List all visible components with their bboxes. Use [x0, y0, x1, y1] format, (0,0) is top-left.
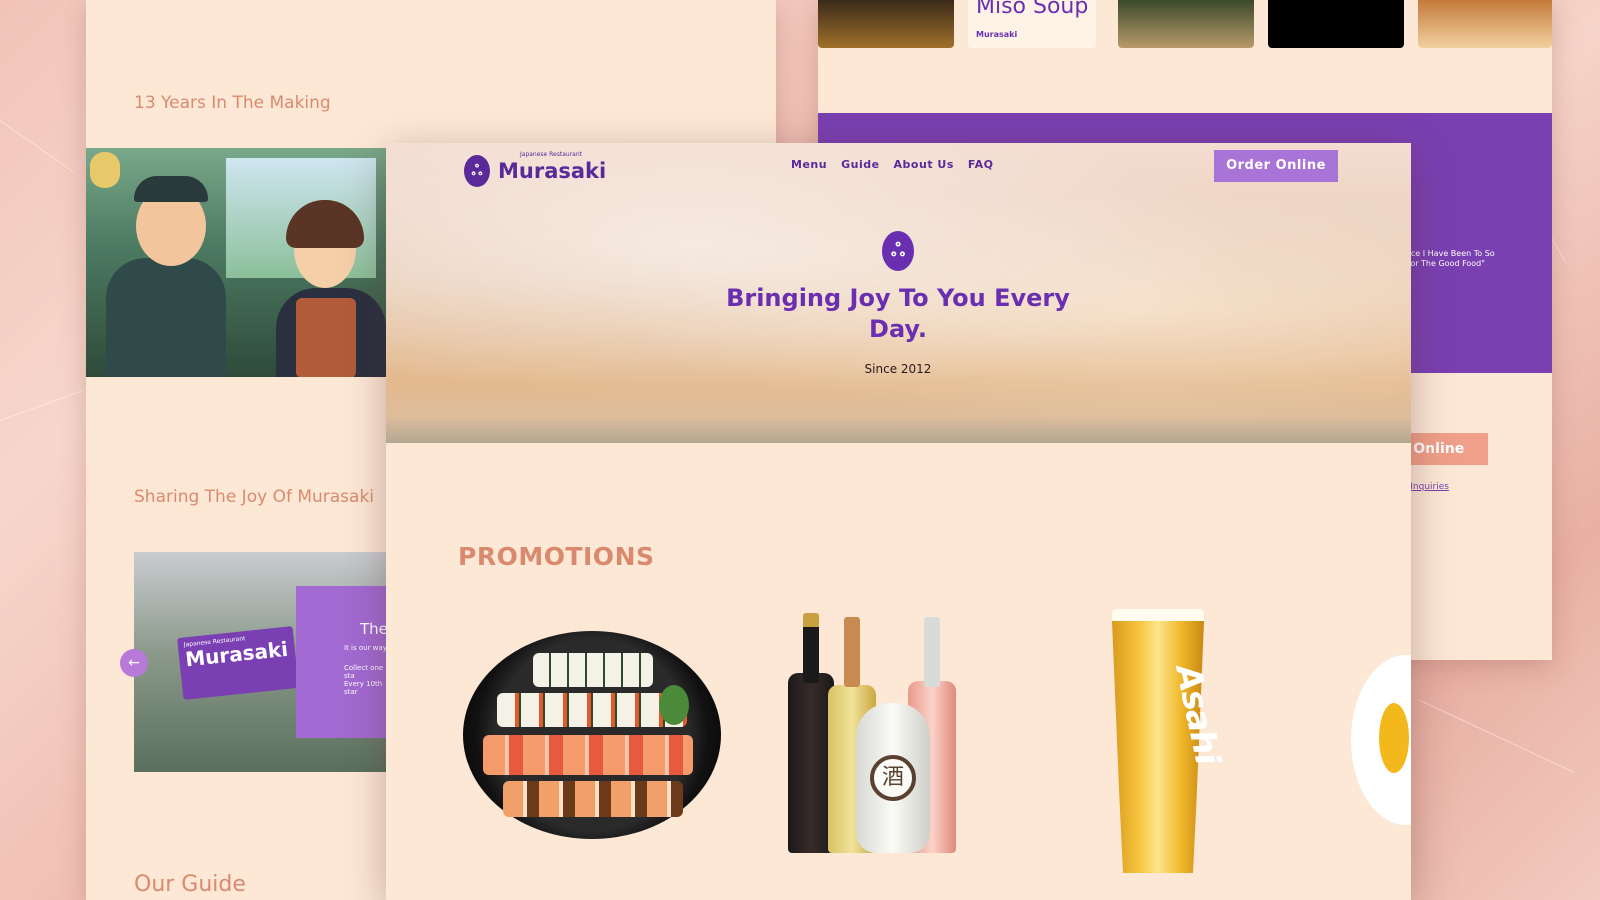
food-thumbnail: [818, 0, 954, 48]
nigiri-row: [503, 781, 683, 817]
logo-text: Japanese Restaurant Murasaki: [498, 151, 607, 183]
nav-guide[interactable]: Guide: [841, 158, 879, 171]
grandfather-cap: [134, 176, 208, 202]
testimonial-line: ace I Have Been To So: [1406, 249, 1495, 258]
promo-card-line: It is our way: [344, 644, 386, 652]
murasaki-logo-icon: ஃ: [464, 155, 490, 187]
loyalty-card: Japanese Restaurant Murasaki: [177, 626, 299, 700]
carousel-slide: Japanese Restaurant Murasaki The It is o…: [134, 552, 386, 772]
hero-section: ஃ Japanese Restaurant Murasaki Menu Guid…: [386, 143, 1411, 443]
site-logo[interactable]: ஃ Japanese Restaurant Murasaki: [464, 151, 607, 189]
promo-card-line: Collect one sta: [344, 664, 384, 680]
tree-line: [386, 417, 1411, 443]
grandfather-figure: [106, 258, 226, 377]
sushi-platter-image[interactable]: [463, 631, 721, 839]
promo-card-title: The: [360, 620, 386, 638]
maki-row: [533, 653, 653, 687]
promotions-heading: PROMOTIONS: [458, 542, 655, 571]
dark-thumbnail: [1268, 0, 1404, 48]
thumb-brand: Murasaki: [976, 30, 1018, 39]
testimonial-line: For The Good Food": [1406, 259, 1485, 268]
carousel-prev-button[interactable]: ←: [120, 649, 148, 677]
dish-thumbnail: [1418, 0, 1552, 48]
thumb-title: Miso Soup: [976, 0, 1089, 19]
lantern: [90, 152, 120, 188]
nav-faq[interactable]: FAQ: [968, 158, 994, 171]
order-online-button[interactable]: Order Online: [1214, 150, 1338, 182]
logo-subtitle: Japanese Restaurant: [520, 151, 582, 158]
section-heading-sharing: Sharing The Joy Of Murasaki: [134, 487, 375, 507]
marble-vein: [1419, 700, 1575, 773]
sake-label: 酒: [870, 755, 916, 801]
testimonial-text: ace I Have Been To So For The Good Food": [1406, 249, 1546, 269]
marble-vein: [0, 120, 75, 173]
section-heading-guide: Our Guide: [134, 872, 246, 897]
bottle-neck: [924, 617, 940, 687]
hero-tagline: Bringing Joy To You Every Day.: [726, 284, 1070, 343]
logo-name: Murasaki: [498, 159, 607, 183]
main-nav: Menu Guide About Us FAQ: [791, 158, 994, 171]
nav-menu[interactable]: Menu: [791, 158, 827, 171]
murasaki-logo-icon: ஃ: [882, 231, 914, 271]
next-promotion-image: [1379, 703, 1409, 773]
miso-soup-thumbnail: Miso Soup Murasaki: [968, 0, 1096, 48]
marble-vein: [0, 389, 85, 421]
nav-about-us[interactable]: About Us: [894, 158, 954, 171]
garnish: [659, 685, 689, 725]
founders-illustration: [86, 148, 386, 377]
sushi-thumbnail: [1118, 0, 1254, 48]
promo-card-line: Every 10th star: [344, 680, 383, 696]
home-page-mockup: ஃ Japanese Restaurant Murasaki Menu Guid…: [386, 143, 1411, 900]
since-text: Since 2012: [864, 362, 932, 376]
loyalty-promo-card: The It is our way Collect one sta Every …: [296, 586, 386, 738]
arrow-left-icon: ←: [128, 655, 140, 671]
section-heading-years: 13 Years In The Making: [134, 93, 331, 113]
bottle-neck: [844, 617, 860, 687]
apron: [296, 298, 356, 377]
nigiri-row: [483, 735, 693, 775]
bottle-neck: [803, 613, 819, 683]
